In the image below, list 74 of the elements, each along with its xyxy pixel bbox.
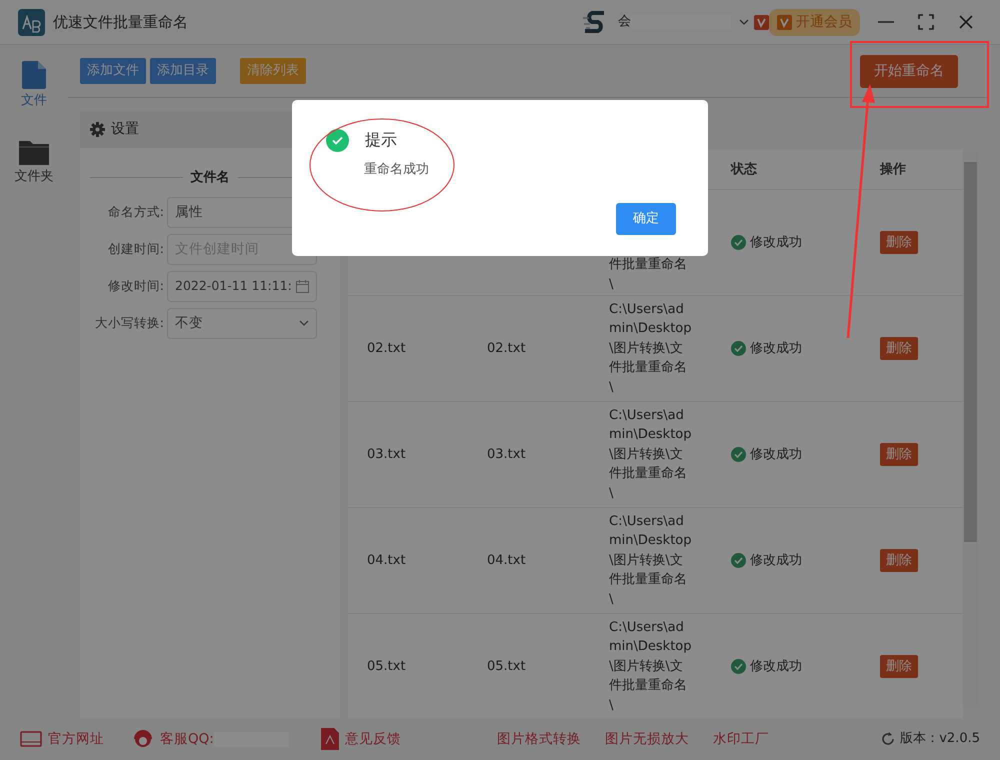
table-cell: 04.txt: [367, 552, 406, 568]
sidebar-item[interactable]: 文件: [21, 61, 47, 110]
start-rename-button[interactable]: 开始重命名: [860, 54, 958, 88]
footer-link[interactable]: 图片格式转换: [496, 728, 581, 750]
field-label: 创建时间:: [106, 240, 165, 258]
app-title: 优速文件批量重命名: [53, 12, 188, 33]
table-cell: 04.txt: [487, 552, 526, 568]
minimize-icon: [878, 21, 894, 23]
check-circle-icon: [731, 235, 746, 250]
vip-icon: [754, 14, 769, 30]
delete-button[interactable]: 删除: [880, 548, 918, 572]
table-cell: 03.txt: [487, 446, 526, 462]
table-cell: 02.txt: [367, 340, 406, 356]
maximize-icon: [918, 14, 934, 30]
status-text: 修改成功: [750, 658, 802, 676]
panel-title: 设置: [111, 120, 139, 138]
delete-button[interactable]: 删除: [880, 230, 918, 254]
path-cell: C:\Users\ad min\Desktop \图片转换\文 件批量重命名 \: [609, 514, 692, 607]
dropdown[interactable]: 不变: [167, 308, 317, 338]
delete-button[interactable]: 删除: [880, 442, 918, 466]
toolbar-button[interactable]: 添加目录: [150, 58, 216, 84]
table-cell: 05.txt: [367, 658, 406, 674]
caret-icon[interactable]: [739, 18, 749, 26]
folder-icon: [19, 138, 49, 164]
settings-icon: [90, 122, 105, 136]
ok-button[interactable]: 确定: [616, 203, 676, 235]
sidebar-item[interactable]: 文件夹: [14, 138, 54, 186]
status-text: 修改成功: [750, 234, 802, 252]
status-text: 修改成功: [750, 340, 802, 358]
footer-link[interactable]: 客服QQ:: [132, 728, 214, 750]
version-label: 版本：v2.0.5: [900, 730, 980, 748]
delete-button[interactable]: 删除: [880, 654, 918, 678]
status-text: 修改成功: [750, 552, 802, 570]
check-circle-icon: [731, 341, 746, 356]
check-circle-icon: [731, 447, 746, 462]
date-field[interactable]: 2022-01-11 11:11:: [167, 270, 317, 302]
section-title: 文件名: [190, 168, 230, 187]
check-circle-icon: [731, 553, 746, 568]
success-icon: [326, 128, 349, 152]
column-header: 操作: [880, 162, 906, 177]
footer-link[interactable]: 图片无损放大: [604, 728, 689, 750]
delete-button[interactable]: 删除: [880, 336, 918, 360]
column-header: 状态: [731, 162, 757, 177]
vip-icon: [777, 14, 792, 30]
path-cell: C:\Users\ad min\Desktop \图片转换\文 件批量重命名 \: [609, 302, 692, 395]
toolbar-button[interactable]: 添加文件: [80, 58, 146, 84]
headset-icon: [132, 728, 154, 750]
field-label: 大小写转换:: [94, 314, 165, 332]
field-label: 修改时间:: [106, 276, 165, 295]
refresh-icon: [880, 731, 896, 747]
dialog-message: 重命名成功: [364, 161, 429, 179]
table-cell: 03.txt: [367, 446, 406, 462]
file-icon: [22, 61, 46, 89]
footer-link[interactable]: 水印工厂: [712, 728, 769, 750]
path-cell: C:\Users\ad min\Desktop \图片转换\文 件批量重命名 \: [609, 408, 692, 501]
document-icon: [320, 728, 339, 750]
web-icon: [20, 731, 42, 747]
path-cell: C:\Users\ad min\Desktop \图片转换\文 件批量重命名 \: [609, 620, 692, 713]
footer-link[interactable]: 意见反馈: [320, 728, 401, 750]
close-icon: [958, 14, 974, 30]
path-cell: 件批量重命名 \: [609, 257, 687, 292]
status-text: 修改成功: [750, 446, 802, 464]
app-logo-icon: [18, 8, 45, 36]
table-cell: 05.txt: [487, 658, 526, 674]
check-circle-icon: [731, 659, 746, 674]
footer-link[interactable]: 官方网址: [20, 728, 104, 750]
field-label: 命名方式:: [106, 202, 165, 221]
table-cell: 02.txt: [487, 340, 526, 356]
vip-button[interactable]: 开通会员: [769, 8, 860, 36]
user-name: 会: [618, 13, 631, 32]
calendar-icon: [296, 280, 309, 292]
dialog-title: 提示: [365, 129, 397, 151]
caret-icon: [299, 320, 309, 326]
toolbar-button[interactable]: 清除列表: [240, 58, 306, 84]
